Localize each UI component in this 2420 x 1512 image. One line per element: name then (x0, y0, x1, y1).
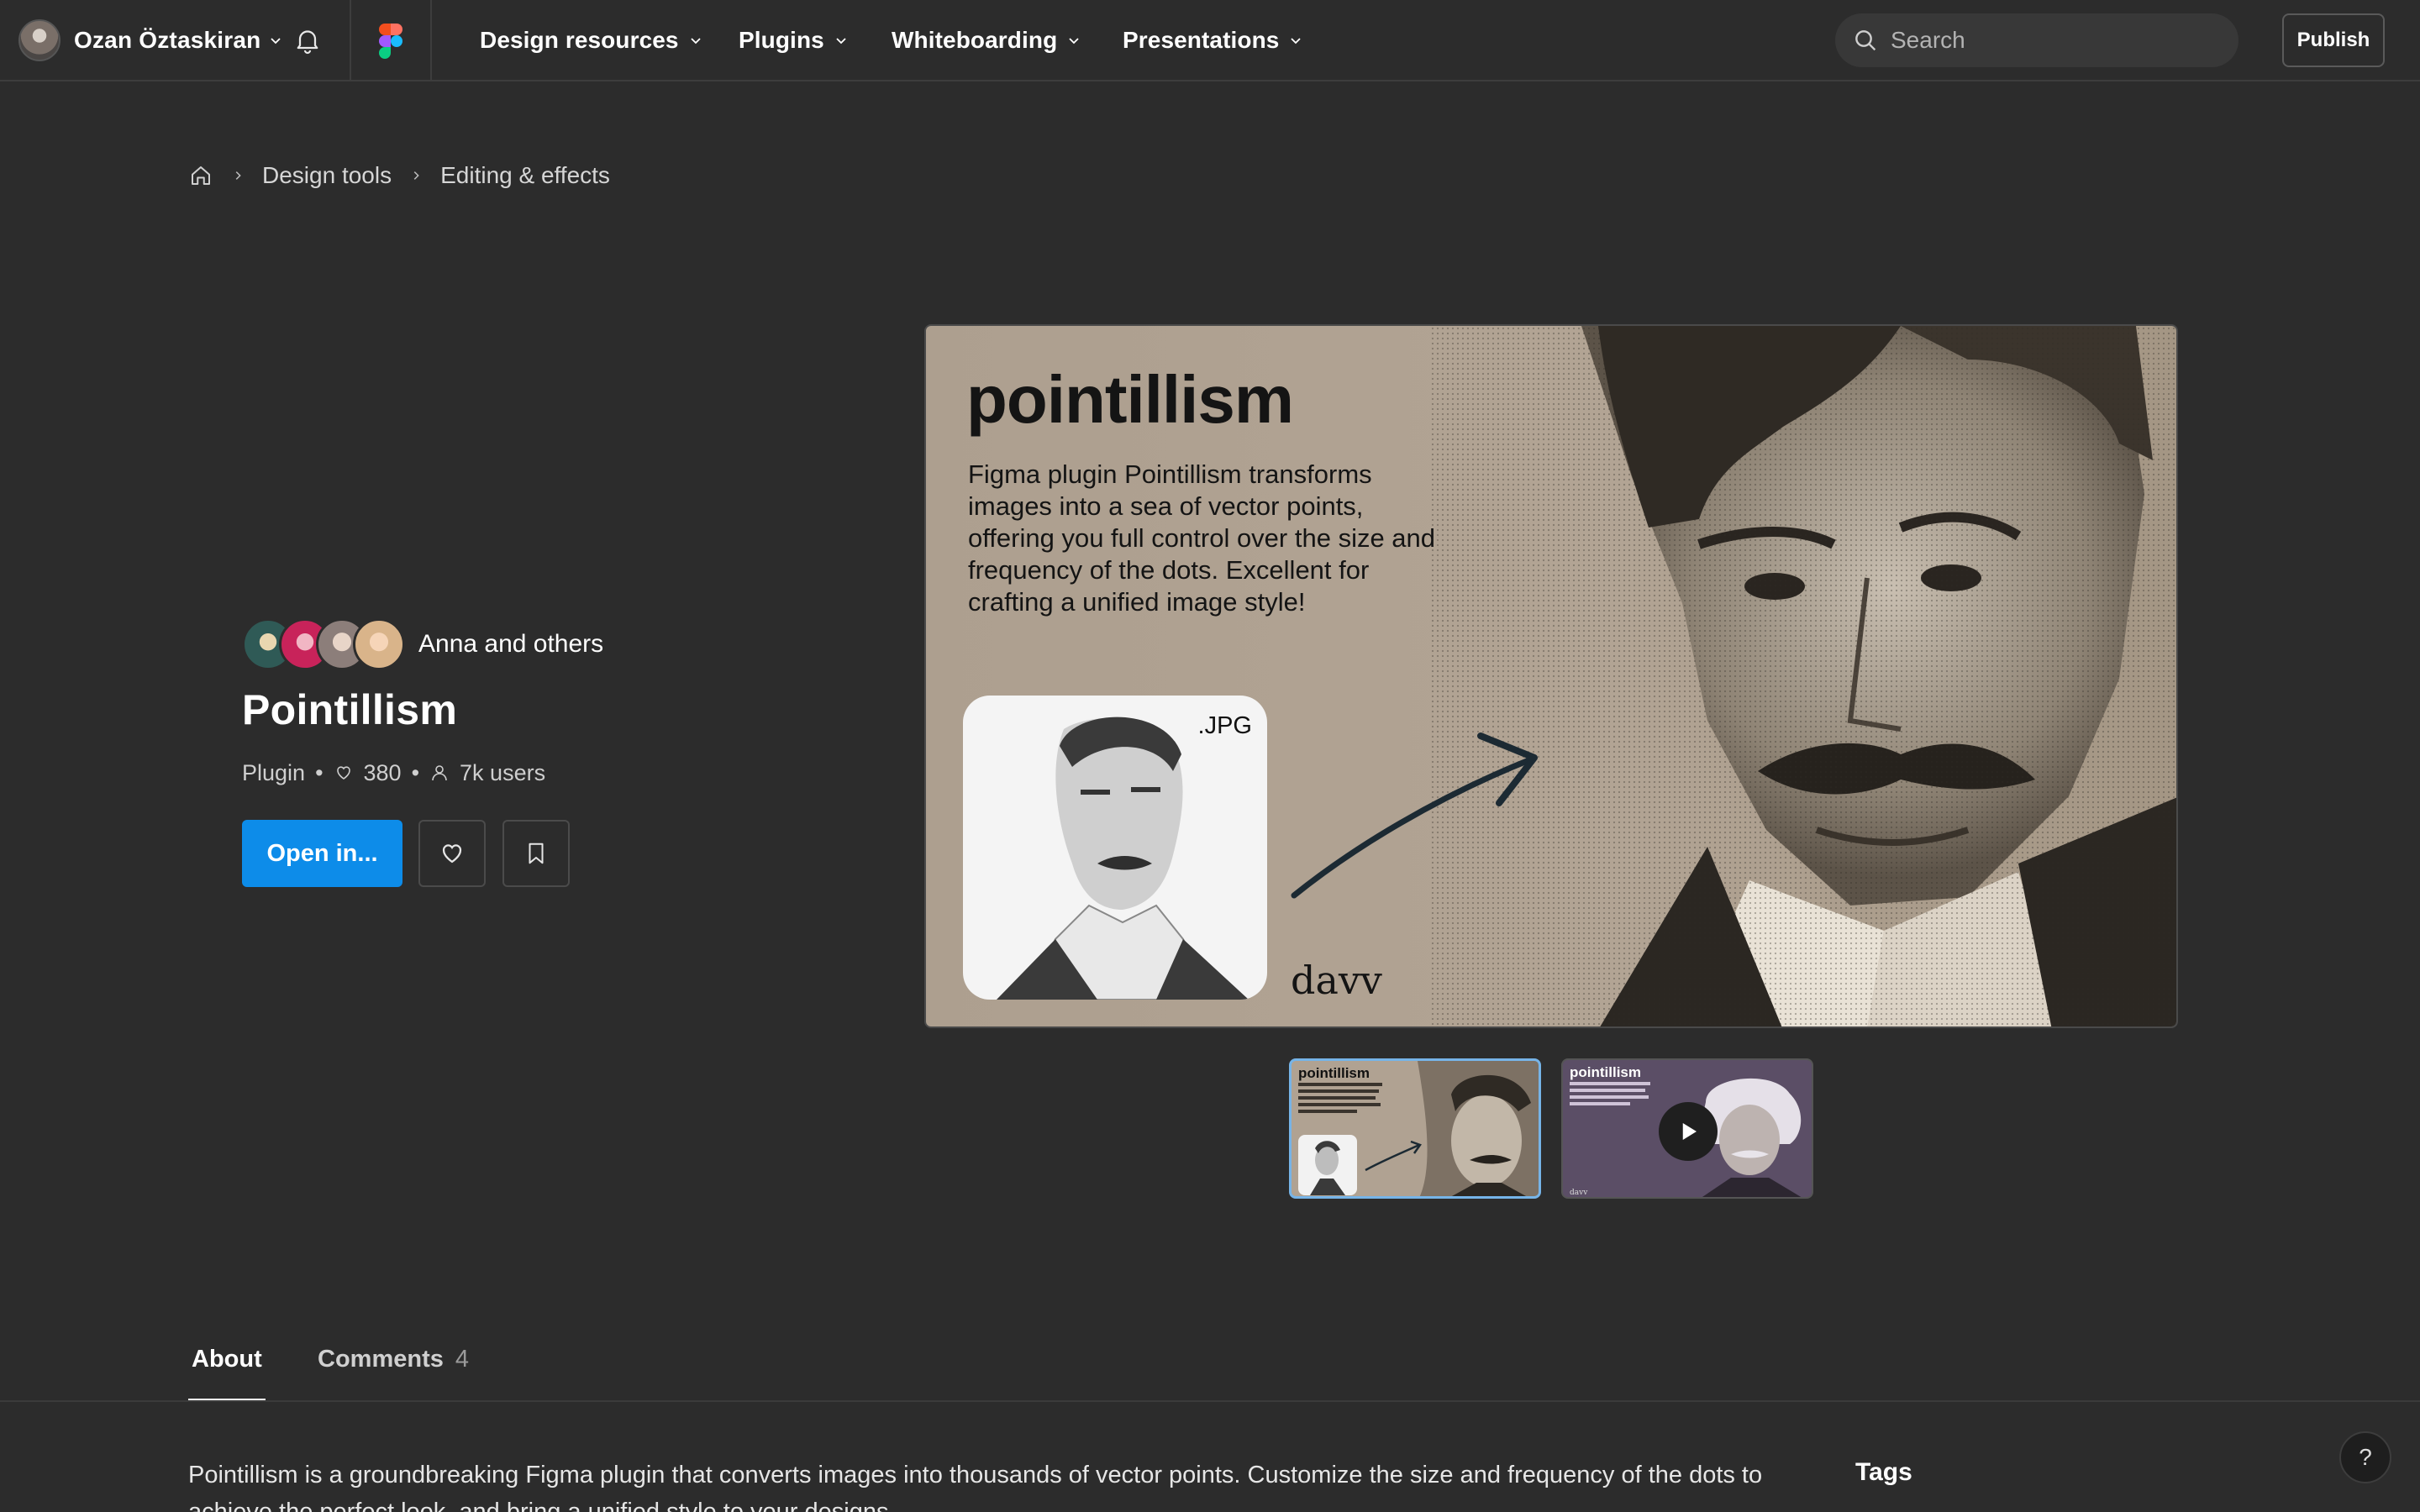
play-button[interactable] (1659, 1102, 1718, 1161)
avatar (18, 19, 60, 61)
user-icon (432, 765, 447, 781)
tab-label: Comments (318, 1346, 444, 1373)
search-box[interactable] (1835, 13, 2238, 67)
plugin-meta: Plugin • 380 • 7k users (242, 756, 545, 790)
separator-dot: • (411, 759, 420, 785)
like-button[interactable] (418, 820, 486, 887)
search-icon (1855, 30, 1876, 51)
jpg-tag: .JPG (1197, 712, 1252, 739)
nav-presentations[interactable]: Presentations (1123, 0, 1302, 81)
tab-about[interactable]: About (188, 1346, 266, 1402)
chevron-down-icon (1291, 38, 1302, 45)
users-count: 7k users (460, 759, 546, 785)
nav-plugins[interactable]: Plugins (739, 0, 848, 81)
tab-label: About (192, 1346, 262, 1373)
tags-heading: Tags (1855, 1458, 1912, 1486)
avatar (353, 618, 405, 670)
chevron-down-icon (1069, 38, 1079, 45)
nav-label: Presentations (1123, 27, 1280, 53)
hero-preview: pointillism Figma plugin Pointillism tra… (924, 324, 2178, 1028)
publish-button[interactable]: Publish (2282, 13, 2385, 67)
chevron-right-icon (413, 171, 419, 180)
user-name: Ozan Öztaskiran (74, 27, 261, 53)
breadcrumb: Design tools Editing & effects (188, 158, 610, 193)
bookmark-icon (529, 843, 544, 864)
portrait-sketch (997, 717, 1249, 1000)
search-input[interactable] (1891, 27, 2210, 54)
creators-label: Anna and others (418, 630, 604, 658)
hero-title: pointillism (966, 362, 1294, 437)
chevron-down-icon (690, 38, 701, 45)
figma-logo-icon[interactable] (378, 24, 403, 59)
likes-count: 380 (363, 759, 402, 785)
nav-label: Design resources (480, 27, 679, 53)
nav-label: Plugins (739, 27, 824, 53)
chevron-down-icon (271, 38, 281, 45)
divider (430, 0, 432, 81)
about-description: Pointillism is a groundbreaking Figma pl… (188, 1462, 1763, 1512)
home-icon[interactable] (188, 163, 213, 188)
save-button[interactable] (502, 820, 570, 887)
creators[interactable]: Anna and others (242, 617, 603, 672)
top-bar: Ozan Öztaskiran Design resources Plugins… (0, 0, 2420, 81)
divider (350, 0, 351, 81)
brand-signature: davv (1291, 958, 1382, 1003)
nav-label: Whiteboarding (892, 27, 1058, 53)
heart-icon (336, 766, 350, 780)
hero-description: Figma plugin Pointillism transforms imag… (968, 459, 1436, 617)
chevron-right-icon (235, 171, 241, 180)
plugin-type: Plugin (242, 759, 306, 785)
tab-comments[interactable]: Comments 4 (318, 1346, 469, 1373)
svg-text:davv: davv (1570, 1189, 1588, 1197)
creator-avatars (242, 618, 405, 670)
comments-count: 4 (455, 1346, 469, 1373)
help-button[interactable]: ? (2339, 1431, 2391, 1483)
nav-whiteboarding[interactable]: Whiteboarding (892, 0, 1081, 81)
open-in-button[interactable]: Open in... (242, 820, 402, 887)
breadcrumb-design-tools[interactable]: Design tools (262, 162, 392, 189)
separator-dot: • (315, 759, 324, 785)
chevron-down-icon (836, 38, 846, 45)
thumbnail-2[interactable]: pointillism davv (1561, 1058, 1813, 1199)
portrait-illustration (1430, 326, 2176, 1026)
thumbnail-1[interactable]: pointillism (1289, 1058, 1541, 1199)
original-image-card: .JPG (963, 696, 1267, 1000)
nav-design-resources[interactable]: Design resources (480, 0, 702, 81)
bell-icon[interactable] (292, 25, 323, 55)
tabs-divider (0, 1400, 2420, 1402)
page-title: Pointillism (242, 686, 458, 733)
heart-icon (442, 844, 462, 864)
user-menu[interactable]: Ozan Öztaskiran (18, 18, 282, 62)
arrow-icon (1291, 732, 1538, 899)
breadcrumb-editing-effects[interactable]: Editing & effects (440, 162, 610, 189)
play-icon (1682, 1123, 1697, 1140)
thumbnail-art (1298, 1061, 1539, 1196)
